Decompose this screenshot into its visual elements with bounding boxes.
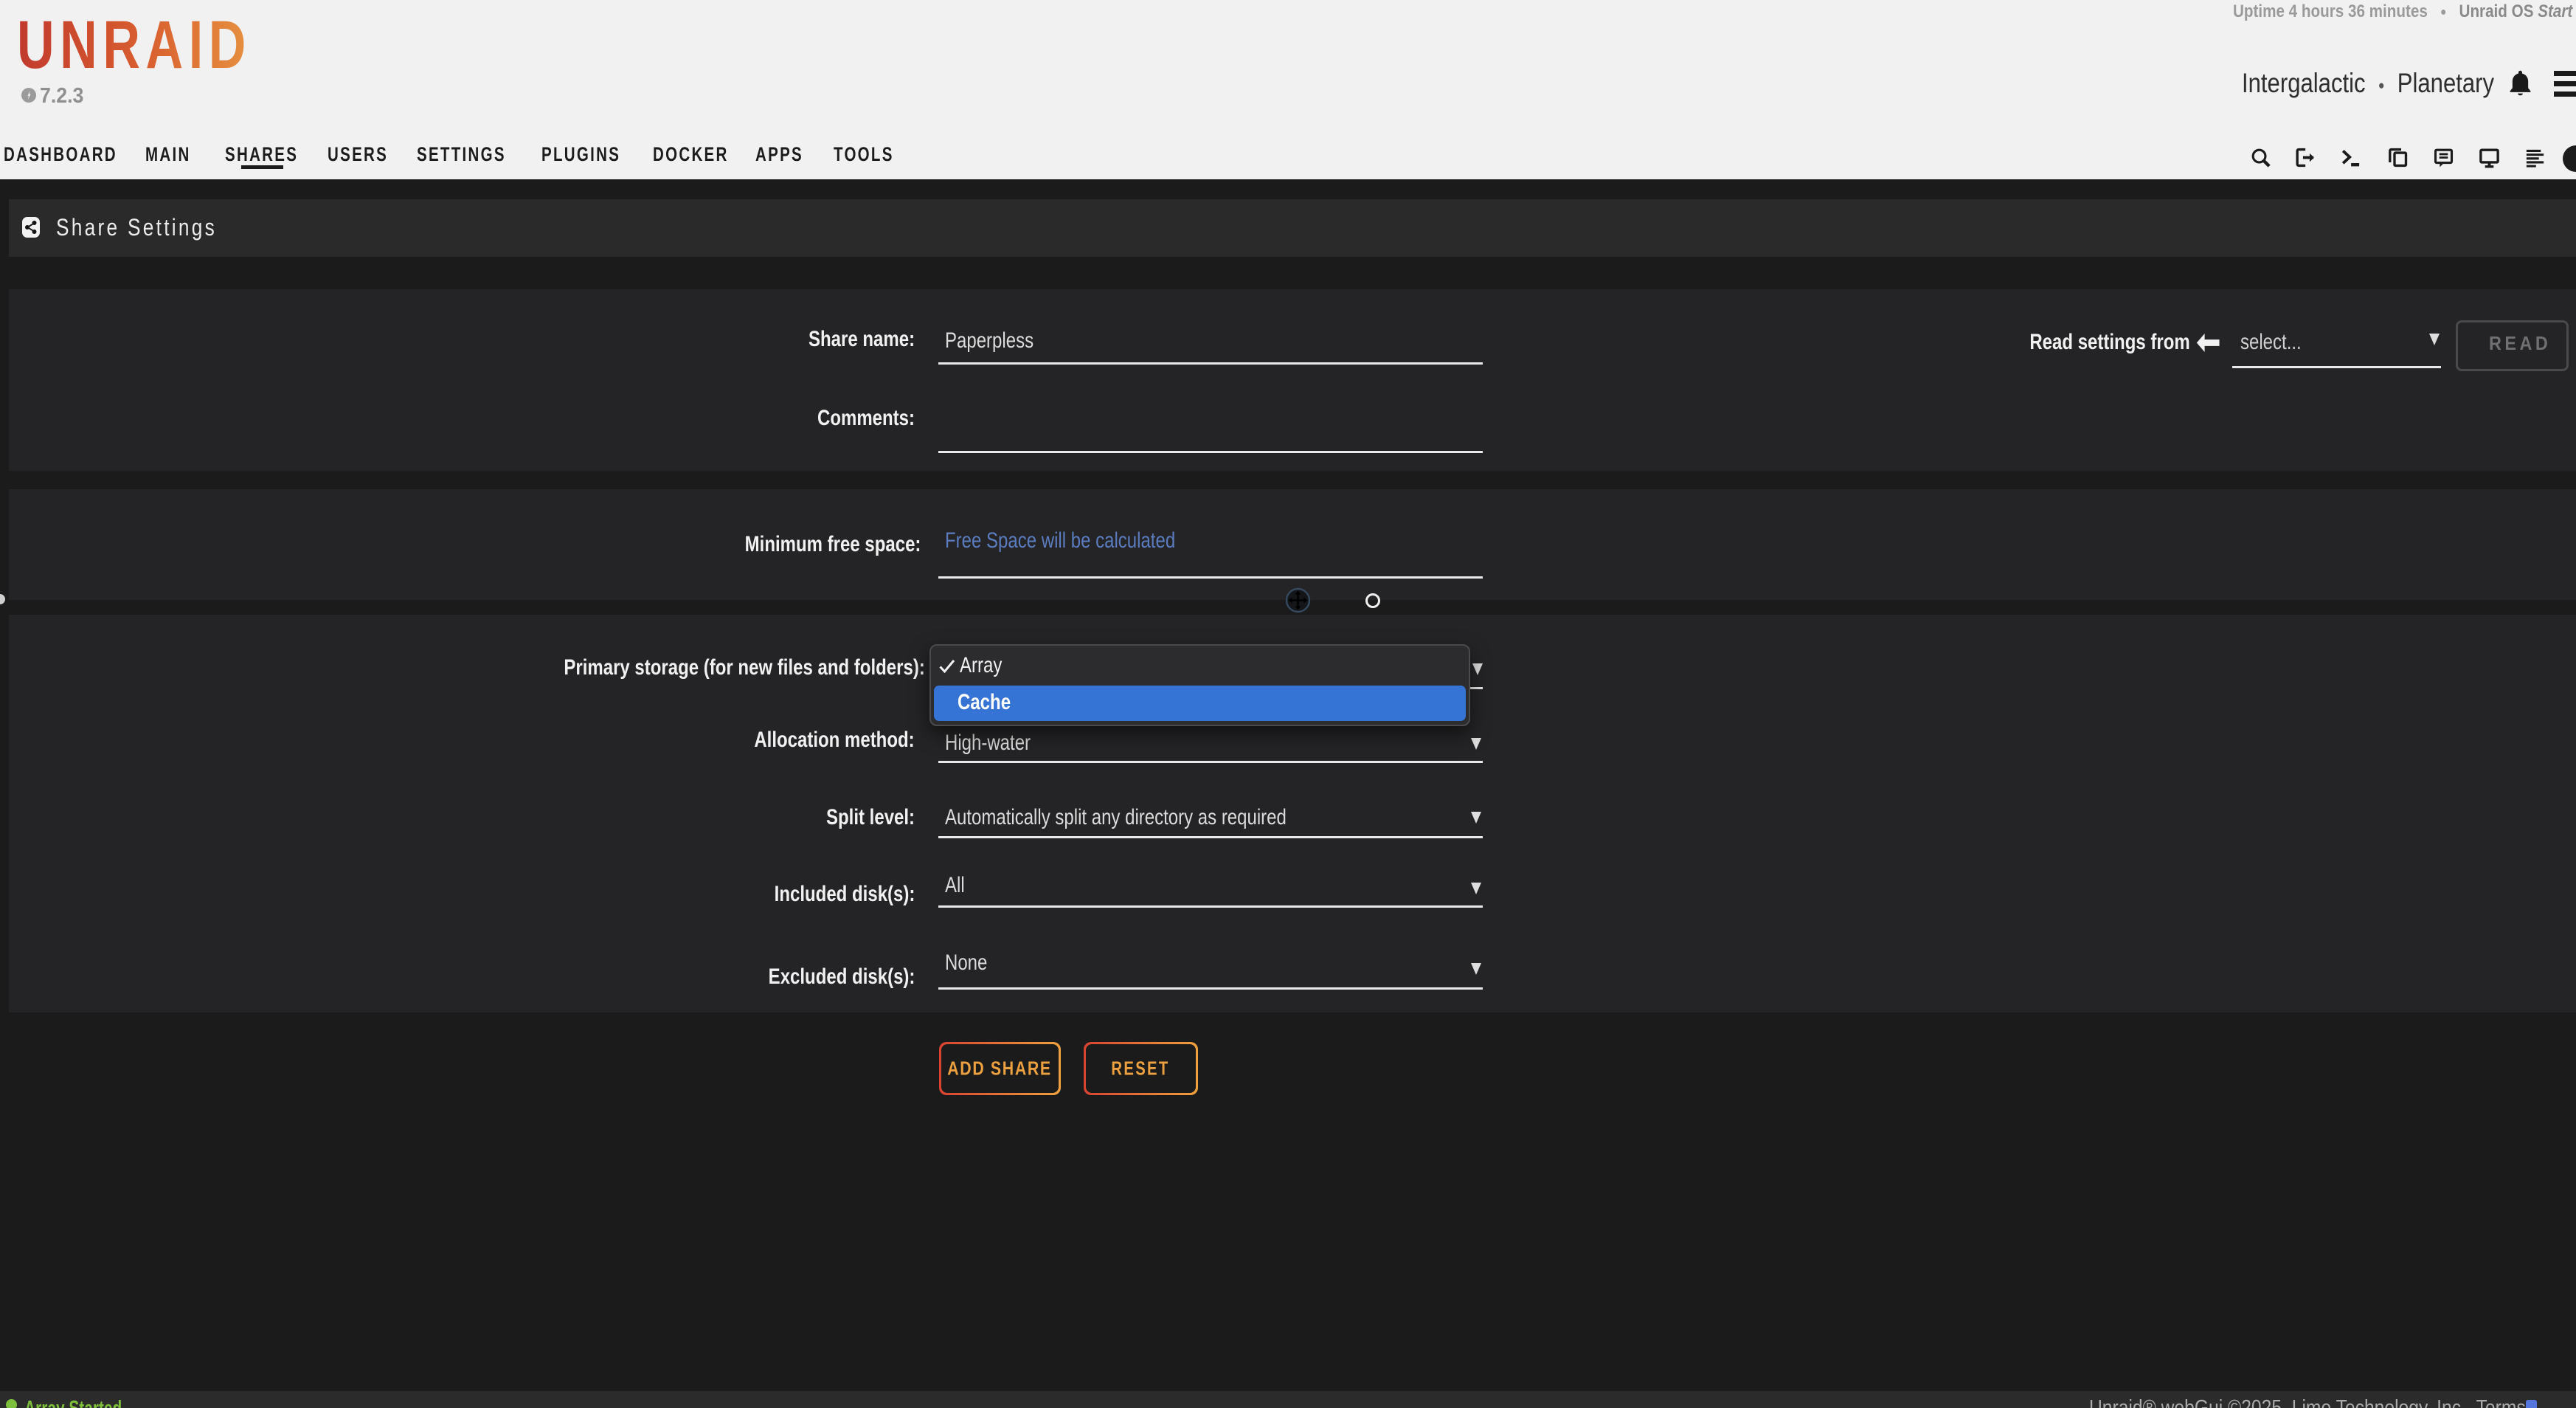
svg-text:UNRAID: UNRAID xyxy=(17,19,252,72)
